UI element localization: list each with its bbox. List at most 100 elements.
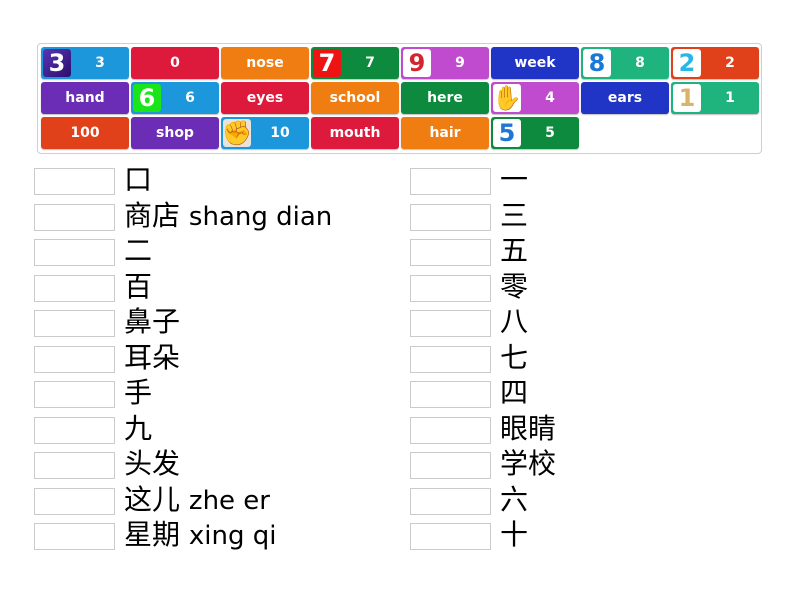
- hanzi-text: 眼睛: [500, 411, 557, 445]
- tile-label: shop: [156, 125, 194, 141]
- four-fingers-hand-icon: ✋: [492, 84, 522, 112]
- answer-tile[interactable]: ✋ 4: [491, 82, 579, 114]
- tile-label: nose: [246, 55, 284, 71]
- digit-5-icon: 5: [493, 119, 521, 147]
- answer-tile[interactable]: mouth: [311, 117, 399, 149]
- hanzi-text: 口: [124, 163, 153, 196]
- answer-tile[interactable]: 88: [581, 47, 669, 79]
- tile-label: 1: [725, 90, 735, 106]
- tile-label: eyes: [246, 90, 284, 106]
- answer-tile[interactable]: ✊ 10: [221, 117, 309, 149]
- target-prompt: 四: [500, 375, 528, 411]
- pinyin-text: xing qi: [188, 521, 277, 551]
- answer-tile[interactable]: 55: [491, 117, 579, 149]
- drop-slot[interactable]: [410, 310, 491, 337]
- drop-slot[interactable]: [410, 381, 491, 408]
- hanzi-text: 八: [500, 305, 529, 338]
- drop-slot[interactable]: [34, 239, 115, 266]
- tile-label: 8: [635, 55, 645, 71]
- target-prompt: 百: [124, 269, 152, 305]
- tile-label: 9: [455, 55, 465, 71]
- answer-tile[interactable]: 11: [671, 82, 759, 114]
- drop-slot[interactable]: [410, 452, 491, 479]
- tile-label: 5: [545, 125, 555, 141]
- answer-tile[interactable]: 77: [311, 47, 399, 79]
- tile-grid: 3 3 0 nose 7 7 9 9 week 8 8 2 2 hand 6 6 eyes school here ✋…: [41, 47, 759, 149]
- target-prompt: 二: [124, 233, 152, 269]
- drop-slot[interactable]: [410, 274, 491, 302]
- answer-tile[interactable]: 99: [401, 47, 489, 79]
- answer-tile[interactable]: school: [311, 82, 399, 114]
- tile-label: 0: [170, 55, 180, 71]
- drop-slot[interactable]: [34, 523, 115, 550]
- target-prompt: 耳朵: [124, 340, 180, 376]
- target-prompt: 口: [124, 162, 152, 198]
- drop-slot[interactable]: [34, 487, 115, 515]
- answer-tile[interactable]: week: [491, 47, 579, 79]
- target-prompt: 九: [124, 411, 152, 447]
- answer-tile[interactable]: 0: [131, 47, 219, 79]
- answer-tile[interactable]: hair: [401, 117, 489, 149]
- drop-slot[interactable]: [410, 487, 491, 515]
- hanzi-text: 七: [500, 340, 529, 374]
- fist-icon: ✊: [222, 119, 252, 147]
- hanzi-text: 手: [124, 376, 153, 409]
- target-prompt: 八: [500, 304, 528, 340]
- target-prompt: 眼睛: [500, 411, 556, 447]
- drop-slot[interactable]: [34, 168, 115, 195]
- hanzi-text: 商店: [124, 198, 181, 232]
- target-prompt: 手: [124, 375, 152, 411]
- tile-label: here: [427, 90, 463, 106]
- drop-slot[interactable]: [34, 416, 115, 444]
- digit-2-icon: 2: [673, 49, 701, 77]
- target-prompt: 一: [500, 162, 528, 198]
- drop-slot[interactable]: [410, 416, 491, 444]
- tile-label: 10: [270, 125, 290, 141]
- drop-slot[interactable]: [34, 452, 115, 479]
- answer-tile[interactable]: nose: [221, 47, 309, 79]
- hanzi-text: 零: [500, 269, 529, 303]
- target-prompt: 五: [500, 233, 528, 269]
- target-prompt: 星期 xing qi: [124, 517, 277, 554]
- drop-slot[interactable]: [34, 203, 115, 231]
- target-prompt: 商店 shang dian: [124, 198, 332, 235]
- answer-tile[interactable]: hand: [41, 82, 129, 114]
- answer-tile[interactable]: 66: [131, 82, 219, 114]
- tile-label: ears: [607, 90, 643, 106]
- pinyin-text: zhe er: [188, 485, 270, 516]
- target-prompt: 十: [500, 517, 528, 553]
- target-prompt: 零: [500, 269, 528, 305]
- digit-6-icon: 6: [133, 84, 161, 112]
- pinyin-text: shang dian: [188, 201, 333, 232]
- digit-9-icon: 9: [403, 49, 431, 77]
- hanzi-text: 一: [500, 163, 529, 196]
- answer-tile[interactable]: shop: [131, 117, 219, 149]
- answer-tile[interactable]: eyes: [221, 82, 309, 114]
- tile-label: week: [514, 55, 556, 71]
- answer-tile[interactable]: ears: [581, 82, 669, 114]
- drop-slot[interactable]: [410, 523, 491, 550]
- hanzi-text: 三: [500, 198, 529, 232]
- hanzi-text: 学校: [500, 447, 557, 480]
- hanzi-text: 鼻子: [124, 305, 181, 338]
- drop-slot[interactable]: [410, 345, 491, 373]
- digit-7-icon: 7: [313, 49, 341, 77]
- drop-slot[interactable]: [34, 345, 115, 373]
- target-prompt: 学校: [500, 446, 556, 482]
- drop-slot[interactable]: [34, 274, 115, 302]
- hanzi-text: 星期: [124, 518, 181, 551]
- answer-tile[interactable]: 22: [671, 47, 759, 79]
- target-prompt: 七: [500, 340, 528, 376]
- drop-slot[interactable]: [34, 310, 115, 337]
- target-prompt: 这儿 zhe er: [124, 482, 270, 519]
- drop-slot[interactable]: [410, 239, 491, 266]
- answer-tile[interactable]: 100: [41, 117, 129, 149]
- answer-tile[interactable]: 33: [41, 47, 129, 79]
- hanzi-text: 二: [124, 234, 153, 267]
- drop-slot[interactable]: [410, 203, 491, 231]
- digit-3-icon: 3: [43, 49, 71, 77]
- drop-slot[interactable]: [410, 168, 491, 195]
- hanzi-text: 六: [500, 482, 529, 516]
- drop-slot[interactable]: [34, 381, 115, 408]
- answer-tile[interactable]: here: [401, 82, 489, 114]
